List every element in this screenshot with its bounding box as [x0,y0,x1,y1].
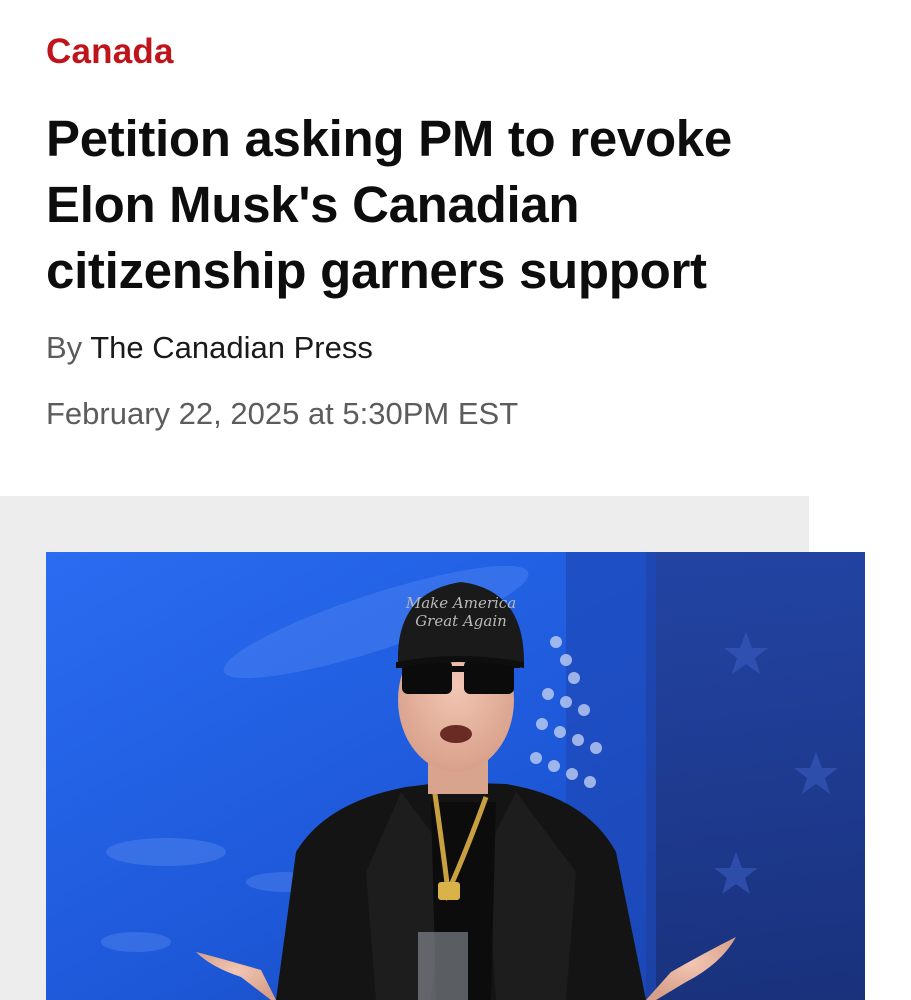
publish-date: February 22, 2025 at 5:30PM EST [46,396,519,431]
byline-prefix: By [46,330,83,365]
article-headline: Petition asking PM to revoke Elon Musk's… [46,110,732,299]
cap-text-line1: Make America [405,594,516,612]
article-page: Canada Petition asking PM to revoke Elon… [0,0,911,1000]
byline: By The Canadian Press [46,330,373,366]
article-photo[interactable]: Make America Great Again [46,552,865,1000]
cap-text-line2: Great Again [415,612,507,630]
photo-illustration: Make America Great Again [46,552,865,1000]
section-link-canada[interactable]: Canada [46,32,174,72]
author-link[interactable]: The Canadian Press [90,330,373,365]
